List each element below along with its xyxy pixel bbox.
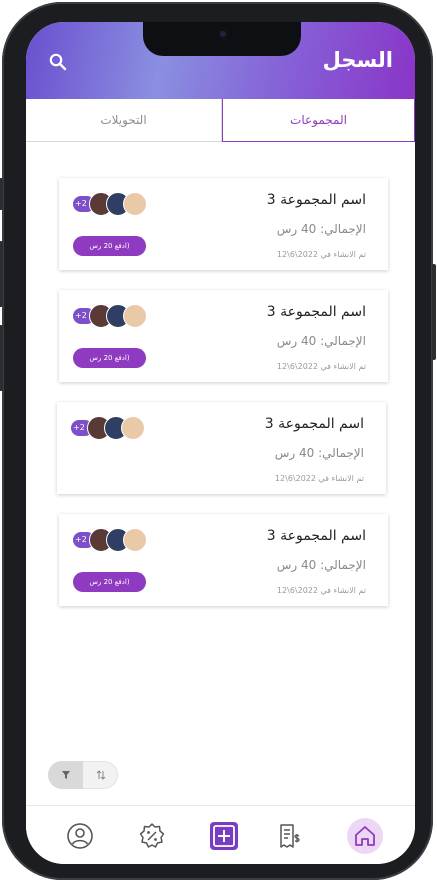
group-created-date: تم الانشاء في 2022\6\12 [276, 362, 366, 371]
avatar [123, 528, 147, 552]
group-name: اسم المجموعة 3 [264, 416, 364, 432]
filter-icon [61, 771, 70, 779]
group-created-date: تم الانشاء في 2022\6\12 [276, 586, 366, 595]
group-name: اسم المجموعة 3 [266, 528, 366, 544]
group-total: الإجمالي: 40 رس [276, 558, 366, 572]
home-icon [355, 826, 375, 846]
tab-transfers[interactable]: التحويلات [26, 99, 222, 142]
pay-button[interactable]: ادفع 20 رس) [73, 236, 146, 256]
sort-icon [96, 770, 105, 780]
avatar [121, 416, 145, 440]
group-name: اسم المجموعة 3 [266, 304, 366, 320]
camera-icon [217, 28, 229, 40]
nav-invoices[interactable] [275, 821, 305, 851]
bottom-nav [26, 805, 415, 864]
notch [143, 22, 301, 56]
group-total: الإجمالي: 40 رس [276, 334, 366, 348]
volume-down-button [0, 325, 3, 391]
member-avatars: +2 [73, 192, 153, 216]
app-screen: السجل التحويلات المجموعات اسم المجموعة 3… [26, 22, 415, 864]
volume-up-button [0, 241, 3, 307]
add-icon [210, 822, 238, 850]
nav-add[interactable] [209, 821, 239, 851]
power-button [432, 264, 436, 360]
group-card[interactable]: اسم المجموعة 3 الإجمالي: 40 رس تم الانشا… [59, 290, 388, 382]
nav-discounts[interactable] [137, 821, 167, 851]
avatar [123, 192, 147, 216]
nav-profile[interactable] [65, 821, 95, 851]
search-icon[interactable] [48, 52, 68, 72]
group-total: الإجمالي: 40 رس [274, 446, 364, 460]
filter-toggle-option[interactable] [48, 761, 83, 789]
group-card[interactable]: اسم المجموعة 3 الإجمالي: 40 رس تم الانشا… [59, 514, 388, 606]
group-total: الإجمالي: 40 رس [276, 222, 366, 236]
invoice-icon [280, 824, 300, 848]
tab-bar: التحويلات المجموعات [26, 99, 415, 142]
group-card[interactable]: اسم المجموعة 3 الإجمالي: 40 رس تم الانشا… [57, 402, 386, 494]
mute-switch [0, 178, 3, 210]
avatar [123, 304, 147, 328]
pay-button[interactable]: ادفع 20 رس) [73, 348, 146, 368]
discount-icon [139, 823, 165, 848]
page-title: السجل [322, 48, 393, 72]
filter-sort-toggle[interactable] [48, 761, 118, 789]
member-avatars: +2 [73, 304, 153, 328]
member-avatars: +2 [71, 416, 151, 440]
group-name: اسم المجموعة 3 [266, 192, 366, 208]
group-created-date: تم الانشاء في 2022\6\12 [276, 250, 366, 259]
nav-home[interactable] [347, 818, 383, 854]
group-created-date: تم الانشاء في 2022\6\12 [274, 474, 364, 483]
sort-toggle-option[interactable] [83, 761, 118, 789]
member-avatars: +2 [73, 528, 153, 552]
tab-groups[interactable]: المجموعات [222, 99, 415, 142]
group-card[interactable]: اسم المجموعة 3 الإجمالي: 40 رس تم الانشا… [59, 178, 388, 270]
pay-button[interactable]: ادفع 20 رس) [73, 572, 146, 592]
profile-icon [67, 823, 93, 849]
phone-frame: السجل التحويلات المجموعات اسم المجموعة 3… [0, 2, 436, 880]
